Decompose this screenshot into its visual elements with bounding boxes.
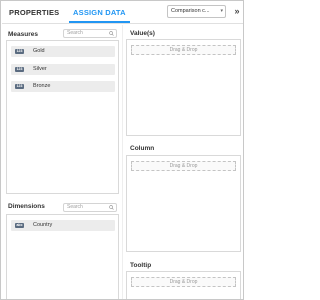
chevron-down-icon: ▾ xyxy=(220,8,223,14)
column-drop-hint: Drag & Drop xyxy=(169,163,198,169)
tab-assign-data[interactable]: ASSIGN DATA xyxy=(69,2,130,23)
chart-type-select-value: Comparison c... xyxy=(171,8,210,14)
search-icon xyxy=(109,31,114,36)
dimensions-title: Dimensions xyxy=(8,203,45,210)
tooltip-drop-panel: Drag & Drop xyxy=(126,271,241,299)
values-section-title: Value(s) xyxy=(130,30,155,37)
measure-item-label: Gold xyxy=(33,48,45,54)
search-icon xyxy=(109,205,114,210)
tab-properties[interactable]: PROPERTIES xyxy=(9,2,59,23)
tooltip-drop-hint: Drag & Drop xyxy=(169,279,198,285)
column-drop-panel: Drag & Drop xyxy=(126,155,241,252)
measure-item-gold[interactable]: 123 Gold xyxy=(11,46,115,57)
measure-item-label: Silver xyxy=(33,66,47,72)
dimensions-search-input[interactable]: Search xyxy=(63,203,117,212)
measures-title: Measures xyxy=(8,31,38,38)
column-section-title: Column xyxy=(130,145,155,152)
values-drop-panel: Drag & Drop xyxy=(126,39,241,136)
column-divider xyxy=(122,25,123,299)
dimensions-list: abc Country xyxy=(6,214,119,299)
numeric-field-icon: 123 xyxy=(15,84,24,89)
measure-item-bronze[interactable]: 123 Bronze xyxy=(11,81,115,92)
measure-item-label: Bronze xyxy=(33,83,51,89)
column-drop-zone[interactable]: Drag & Drop xyxy=(131,161,236,171)
measures-search-placeholder: Search xyxy=(67,30,83,36)
properties-panel: PROPERTIES ASSIGN DATA Comparison c... ▾… xyxy=(0,0,244,300)
panel-header: PROPERTIES ASSIGN DATA Comparison c... ▾… xyxy=(2,2,243,24)
chart-type-select[interactable]: Comparison c... ▾ xyxy=(167,5,226,18)
dimensions-search-placeholder: Search xyxy=(67,204,83,210)
measures-search-input[interactable]: Search xyxy=(63,29,117,38)
measures-list: 123 Gold 123 Silver 123 Bronze xyxy=(6,40,119,194)
numeric-field-icon: 123 xyxy=(15,49,24,54)
numeric-field-icon: 123 xyxy=(15,67,24,72)
values-drop-zone[interactable]: Drag & Drop xyxy=(131,45,236,55)
tooltip-drop-zone[interactable]: Drag & Drop xyxy=(131,277,236,287)
measure-item-silver[interactable]: 123 Silver xyxy=(11,64,115,75)
tooltip-section-title: Tooltip xyxy=(130,262,152,269)
text-field-icon: abc xyxy=(15,223,24,228)
values-drop-hint: Drag & Drop xyxy=(169,47,198,53)
dimension-item-label: Country xyxy=(33,222,53,228)
dimension-item-country[interactable]: abc Country xyxy=(11,220,115,231)
collapse-panel-button[interactable]: » xyxy=(231,5,243,19)
